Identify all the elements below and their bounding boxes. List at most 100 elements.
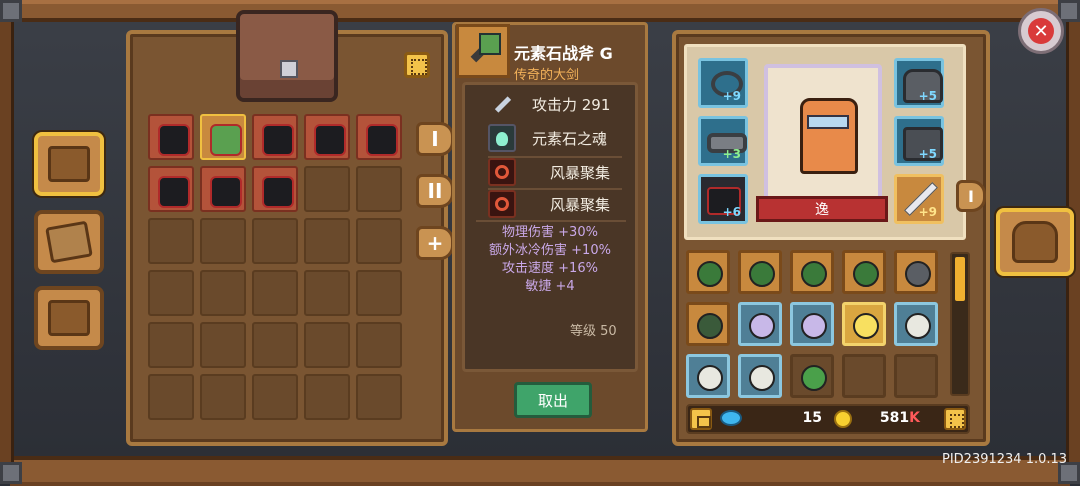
item-level: 等级 50 <box>570 324 617 339</box>
storage-item[interactable] <box>148 114 194 160</box>
empty-storage-slot[interactable] <box>304 166 350 212</box>
loadout-tab-label: I <box>968 186 974 206</box>
storage-item[interactable] <box>304 114 350 160</box>
storage-item[interactable] <box>200 114 246 160</box>
storage-item[interactable] <box>252 114 298 160</box>
inventory-item[interactable] <box>894 302 938 346</box>
inventory-item[interactable] <box>738 354 782 398</box>
empty-storage-slot[interactable] <box>148 218 194 264</box>
enhance-badge: +9 <box>918 205 937 219</box>
empty-storage-slot[interactable] <box>304 374 350 420</box>
enhance-badge: +5 <box>918 89 937 103</box>
lock-button[interactable] <box>690 408 712 430</box>
empty-storage-slot[interactable] <box>200 218 246 264</box>
bottom-wood-border <box>10 456 1070 486</box>
add-page-tab[interactable]: + <box>416 226 454 260</box>
loadout-tab-1[interactable]: I <box>956 180 986 212</box>
attack-stat: 攻击力 291 <box>488 90 628 118</box>
empty-storage-slot[interactable] <box>200 374 246 420</box>
empty-storage-slot[interactable] <box>356 374 402 420</box>
weapon-slot[interactable]: +9 <box>894 174 944 224</box>
empty-storage-slot[interactable] <box>356 270 402 316</box>
empty-storage-slot[interactable] <box>356 166 402 212</box>
scrollbar-thumb[interactable] <box>955 257 965 301</box>
inventory-sort-button[interactable] <box>944 408 966 430</box>
storage-item[interactable] <box>148 166 194 212</box>
page-tab-label: I <box>431 127 439 151</box>
gold-count: 581K <box>868 410 920 426</box>
inventory-item[interactable] <box>686 302 730 346</box>
corner-rivet <box>1058 0 1080 22</box>
empty-storage-slot[interactable] <box>148 322 194 368</box>
gold-suffix: K <box>909 410 920 426</box>
inventory-item[interactable] <box>790 354 834 398</box>
bonus-line: 物理伤害 +30% <box>502 225 598 240</box>
bonus-line: 攻击速度 +16% <box>502 261 598 276</box>
helmet-slot[interactable]: +5 <box>894 58 944 108</box>
inventory-item[interactable] <box>894 250 938 294</box>
chest-armor-slot[interactable]: +5 <box>894 116 944 166</box>
crossed-swords-icon <box>158 124 190 156</box>
empty-storage-slot[interactable] <box>304 218 350 264</box>
inventory-item[interactable] <box>738 302 782 346</box>
book-icon <box>45 220 93 264</box>
page-tab-1[interactable]: I <box>416 122 454 156</box>
inventory-item[interactable] <box>738 250 782 294</box>
leaf-icon <box>749 365 775 391</box>
sort-button[interactable] <box>404 52 430 78</box>
grid-icon <box>411 59 427 75</box>
empty-storage-slot[interactable] <box>252 322 298 368</box>
empty-storage-slot[interactable] <box>200 322 246 368</box>
close-button[interactable]: ✕ <box>1018 8 1064 54</box>
empty-storage-slot[interactable] <box>252 218 298 264</box>
empty-storage-slot[interactable] <box>356 322 402 368</box>
take-out-button[interactable]: 取出 <box>514 382 592 418</box>
helmet-icon <box>366 124 398 156</box>
empty-storage-slot[interactable] <box>148 270 194 316</box>
item-name: 元素石战斧 G <box>514 44 613 63</box>
grid-icon <box>950 414 964 428</box>
recipe-book-tab[interactable] <box>34 210 104 274</box>
bow-icon <box>697 261 723 287</box>
storage-item[interactable] <box>200 166 246 212</box>
inventory-item[interactable] <box>842 250 886 294</box>
storage-item[interactable] <box>252 166 298 212</box>
empty-storage-slot[interactable] <box>148 374 194 420</box>
empty-inventory-slot[interactable] <box>894 354 938 398</box>
boots-slot[interactable]: +6 <box>698 174 748 224</box>
enhance-badge: +3 <box>722 147 741 161</box>
add-icon: + <box>426 231 444 255</box>
inventory-scrollbar[interactable] <box>950 252 970 396</box>
inventory-item[interactable] <box>686 354 730 398</box>
empty-storage-slot[interactable] <box>356 218 402 264</box>
belt-slot[interactable]: +3 <box>698 116 748 166</box>
sword-icon <box>210 176 242 208</box>
inventory-item[interactable] <box>686 250 730 294</box>
gem-label: 元素石之魂 <box>532 129 608 148</box>
storage-item[interactable] <box>356 114 402 160</box>
empty-inventory-slot[interactable] <box>842 354 886 398</box>
page-tab-2[interactable]: II <box>416 174 454 208</box>
empty-storage-slot[interactable] <box>252 270 298 316</box>
inventory-item[interactable] <box>842 302 886 346</box>
gem-slot-3[interactable]: 风暴聚集 <box>488 190 628 218</box>
exchange-tab[interactable] <box>34 286 104 350</box>
enhance-badge: +9 <box>722 89 741 103</box>
chest-icon <box>48 146 90 182</box>
bow-icon <box>749 261 775 287</box>
ring-slot[interactable]: +9 <box>698 58 748 108</box>
gem-slot-1[interactable]: 元素石之魂 <box>488 124 628 152</box>
page-tab-label: II <box>427 179 443 203</box>
bone-icon <box>749 313 775 339</box>
empty-storage-slot[interactable] <box>252 374 298 420</box>
empty-storage-slot[interactable] <box>304 270 350 316</box>
character-tab[interactable] <box>996 208 1074 276</box>
bone-icon <box>801 313 827 339</box>
inventory-item[interactable] <box>790 250 834 294</box>
gem-slot-2[interactable]: 风暴聚集 <box>488 158 628 186</box>
inventory-item[interactable] <box>790 302 834 346</box>
empty-storage-slot[interactable] <box>200 270 246 316</box>
helmet-icon <box>262 124 294 156</box>
storage-chest-tab[interactable] <box>34 132 104 196</box>
empty-storage-slot[interactable] <box>304 322 350 368</box>
